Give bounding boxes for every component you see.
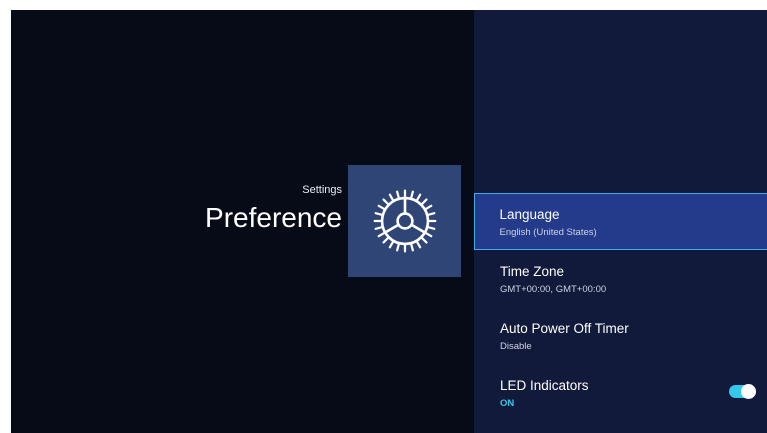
gear-tooth <box>426 212 435 216</box>
menu-item-value: GMT+00:00, GMT+00:00 <box>500 284 607 295</box>
menu-item-title: Auto Power Off Timer <box>500 321 629 336</box>
gear-tooth <box>395 243 400 252</box>
gear-tooth <box>395 190 400 199</box>
section-caption: Settings <box>302 184 342 196</box>
settings-screen: Settings Preference Language English (Un… <box>11 10 767 433</box>
led-indicators-toggle[interactable] <box>729 384 756 399</box>
gear-tooth <box>415 193 421 201</box>
toggle-knob <box>741 384 756 399</box>
page-title: Preference <box>205 202 342 233</box>
menu-item-auto-power-off-timer[interactable]: Auto Power Off Timer Disable <box>474 307 767 364</box>
gear-tooth <box>420 198 428 205</box>
menu-item-time-zone[interactable]: Time Zone GMT+00:00, GMT+00:00 <box>474 250 767 307</box>
gear-tooth <box>420 237 428 244</box>
gear-tooth <box>409 243 414 252</box>
menu-item-title: Language <box>499 206 560 222</box>
menu-item-value: Disable <box>500 341 532 352</box>
gear-tooth <box>381 237 389 244</box>
left-pane: Settings Preference <box>11 10 474 433</box>
menu-item-language[interactable]: Language English (United States) <box>474 193 767 250</box>
gear-tooth <box>426 226 435 230</box>
gear-tooth <box>377 204 385 210</box>
gear-tooth <box>374 226 383 230</box>
gear-tooth <box>374 212 383 216</box>
category-tile <box>348 165 461 277</box>
gear-tooth <box>415 241 421 249</box>
gear-tooth <box>381 198 389 205</box>
gear-tooth <box>377 232 385 238</box>
menu-item-title: LED Indicators <box>500 378 589 393</box>
menu-item-led-indicators[interactable]: LED Indicators ON <box>474 364 767 421</box>
gear-tooth <box>424 232 432 238</box>
gear-tooth <box>409 190 414 199</box>
settings-menu: Language English (United States) Time Zo… <box>474 193 767 421</box>
gear-tooth <box>388 193 394 201</box>
menu-item-value: English (United States) <box>499 226 597 238</box>
menu-item-title: Time Zone <box>500 264 565 279</box>
gear-tooth <box>388 241 394 249</box>
menu-item-value: ON <box>500 398 515 409</box>
gear-icon <box>373 189 436 253</box>
gear-tooth <box>424 204 432 210</box>
